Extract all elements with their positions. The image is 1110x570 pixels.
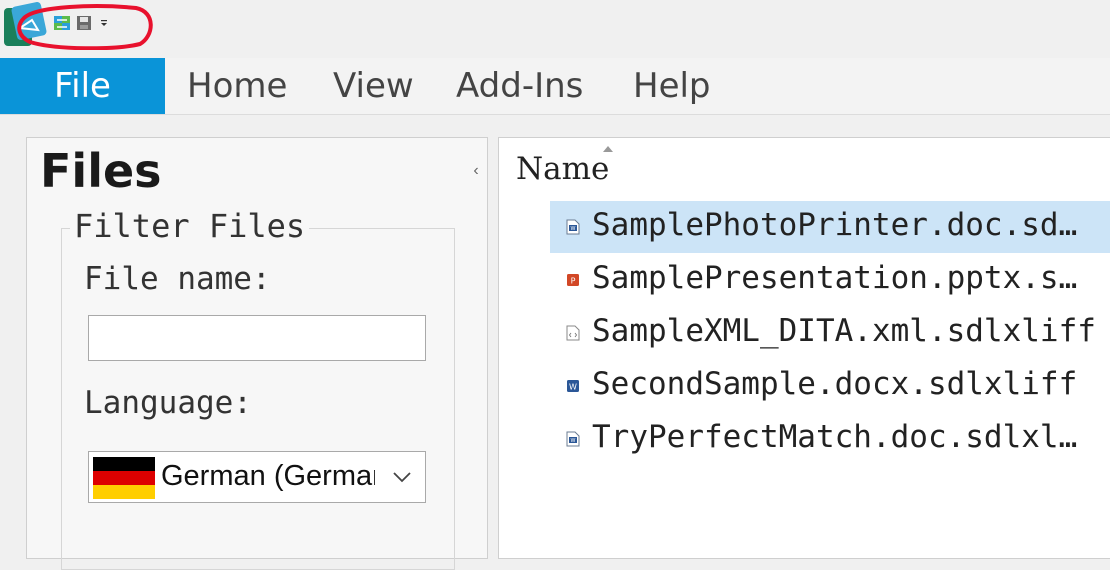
tab-home[interactable]: Home [187, 58, 287, 114]
file-name-label: File name: [84, 261, 271, 297]
language-dropdown[interactable]: German (Germany) [88, 451, 426, 503]
file-list: Name W SamplePhotoPrinter.doc.sd… P Samp… [498, 137, 1110, 559]
list-item[interactable]: SampleXML_DITA.xml.sdlxliff [550, 307, 1110, 359]
panel-title: Files [40, 144, 162, 198]
file-name: SamplePresentation.pptx.s… [592, 260, 1078, 296]
tab-view[interactable]: View [333, 58, 414, 114]
file-name: SampleXML_DITA.xml.sdlxliff [592, 313, 1096, 349]
collapse-panel-button[interactable]: ‹ [470, 162, 482, 180]
svg-text:W: W [571, 438, 576, 444]
list-item[interactable]: W SecondSample.docx.sdlxliff [550, 360, 1110, 412]
open-project-icon[interactable] [53, 14, 71, 32]
file-name-input[interactable] [88, 315, 426, 361]
filter-files-legend: Filter Files [70, 207, 310, 245]
germany-flag-icon [93, 457, 155, 499]
tab-file[interactable]: File [0, 58, 165, 114]
filter-files-group: Filter Files File name: Language: German… [61, 207, 455, 570]
powerpoint-icon: P [567, 274, 579, 286]
xml-file-icon [566, 325, 580, 341]
svg-text:W: W [571, 226, 576, 232]
list-item[interactable]: P SamplePresentation.pptx.s… [550, 254, 1110, 306]
column-header-name[interactable]: Name [499, 138, 1110, 198]
language-selected-value: German (Germany) [161, 460, 375, 492]
tab-add-ins[interactable]: Add-Ins [456, 58, 583, 114]
list-item[interactable]: W TryPerfectMatch.doc.sdlxl… [550, 413, 1110, 465]
customize-dropdown-icon[interactable] [98, 14, 110, 32]
trados-app-logo-icon[interactable] [2, 2, 48, 50]
word-doc-icon: W [566, 219, 580, 235]
svg-text:W: W [569, 383, 577, 392]
chevron-down-icon [393, 472, 411, 483]
file-name: SamplePhotoPrinter.doc.sd… [592, 207, 1078, 243]
file-name: TryPerfectMatch.doc.sdlxl… [592, 419, 1078, 455]
word-docx-icon: W [567, 380, 579, 392]
save-icon[interactable] [75, 14, 93, 32]
sort-ascending-icon [603, 146, 613, 152]
svg-text:P: P [571, 277, 576, 286]
language-label: Language: [84, 385, 252, 421]
ribbon-tab-bar: File Home View Add-Ins Help [0, 58, 1110, 115]
column-header-label: Name [516, 151, 610, 187]
file-name: SecondSample.docx.sdlxliff [592, 366, 1078, 402]
tab-help[interactable]: Help [633, 58, 711, 114]
files-navigation-panel: Files ‹ Filter Files File name: Language… [26, 137, 488, 570]
word-doc-icon: W [566, 431, 580, 447]
quick-access-toolbar [0, 0, 1110, 58]
list-item[interactable]: W SamplePhotoPrinter.doc.sd… [550, 201, 1110, 253]
